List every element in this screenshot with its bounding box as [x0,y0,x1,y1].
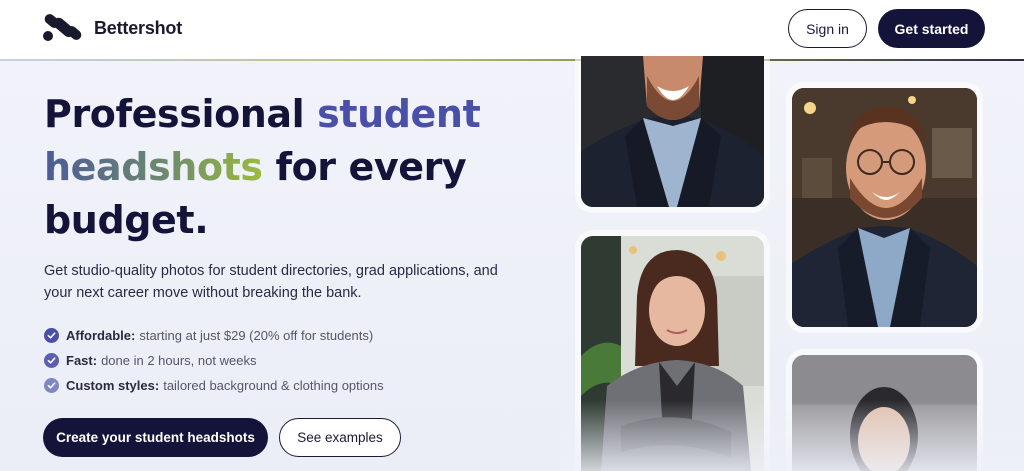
title-highlight-student: student [317,92,481,136]
feature-label: Custom styles: [66,378,160,393]
hero-subtitle: Get studio-quality photos for student di… [44,263,498,301]
headshot-woman-gray-blazer [581,236,764,471]
logo-icon [43,14,82,41]
feature-item: Fast: done in 2 hours, not weeks [44,348,384,373]
feature-item: Affordable: starting at just $29 (20% of… [44,323,384,348]
create-headshots-button[interactable]: Create your student headshots [43,418,268,457]
title-text: budget. [44,198,209,242]
feature-item: Custom styles: tailored background & clo… [44,373,384,398]
feature-text: tailored background & clothing options [163,378,384,393]
check-circle-icon [44,328,59,343]
headshot-woman-partial [792,355,977,471]
feature-text: starting at just $29 (20% off for studen… [139,328,374,343]
title-text: Professional [44,92,318,136]
check-circle-icon [44,378,59,393]
headshot-man-glasses [792,88,977,327]
feature-text: done in 2 hours, not weeks [101,353,257,368]
feature-list: Affordable: starting at just $29 (20% of… [44,323,384,398]
title-highlight-headshots: headshots [44,145,263,189]
sign-in-button[interactable]: Sign in [788,9,867,48]
title-text: for every [262,145,467,189]
hero-title: Professional student headshots for every… [44,88,564,247]
header-divider [0,59,1024,61]
check-circle-icon [44,353,59,368]
headshot-man-suit [581,56,764,207]
feature-label: Fast: [66,353,98,368]
top-nav: Bettershot Sign in Get started [0,0,1024,60]
brand-logo[interactable]: Bettershot [42,14,182,42]
see-examples-button[interactable]: See examples [279,418,401,457]
feature-label: Affordable: [66,328,136,343]
brand-name: Bettershot [94,17,183,38]
get-started-button[interactable]: Get started [878,9,985,48]
